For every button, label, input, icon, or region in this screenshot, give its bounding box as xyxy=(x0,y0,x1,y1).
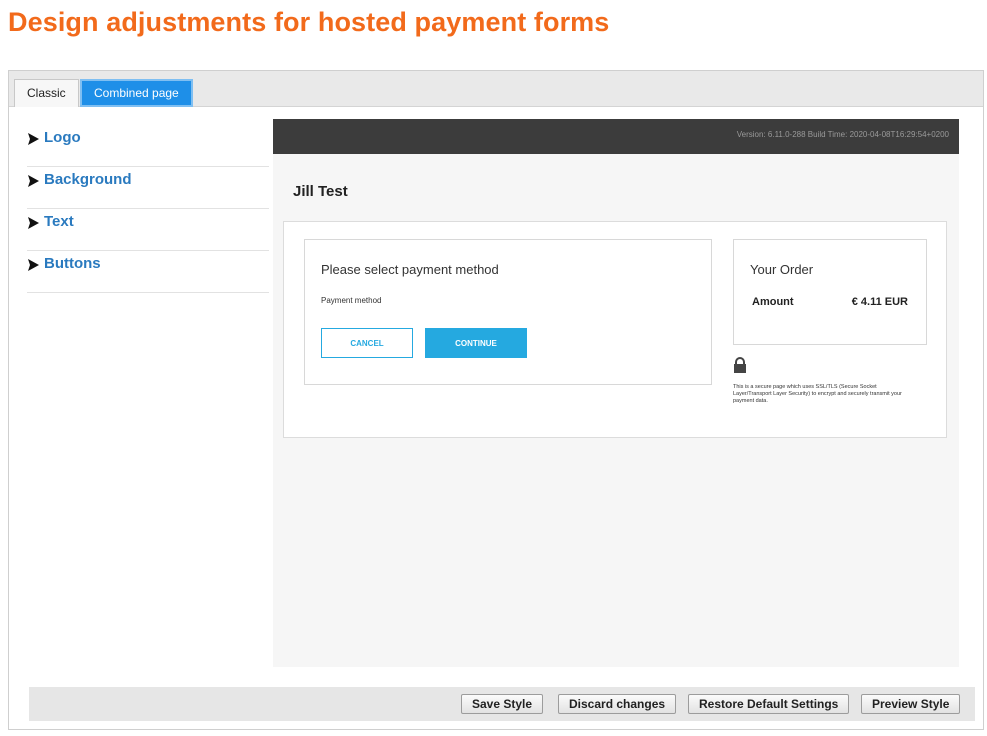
action-bar: Save Style Discard changes Restore Defau… xyxy=(29,687,975,721)
sidebar-item-label: Text xyxy=(44,213,74,230)
cancel-button[interactable]: CANCEL xyxy=(321,328,413,358)
payment-method-label: Payment method xyxy=(321,296,382,305)
lock-icon xyxy=(733,357,747,378)
arrow-right-icon xyxy=(27,217,41,231)
arrow-right-icon xyxy=(27,259,41,273)
continue-button[interactable]: CONTINUE xyxy=(425,328,527,358)
save-style-button[interactable]: Save Style xyxy=(461,694,544,714)
sidebar-item-logo[interactable]: Logo xyxy=(27,125,269,167)
style-editor-panel: Classic Combined page Logo Background Te… xyxy=(8,70,984,730)
amount-value: € 4.11 EUR xyxy=(851,296,908,308)
settings-sidebar: Logo Background Text Buttons xyxy=(27,125,269,293)
sidebar-item-buttons[interactable]: Buttons xyxy=(27,251,269,293)
arrow-right-icon xyxy=(27,175,41,189)
page-title: Design adjustments for hosted payment fo… xyxy=(8,7,610,37)
sidebar-item-label: Logo xyxy=(44,129,81,146)
checkout-panel: Please select payment method Payment met… xyxy=(283,221,947,438)
preview-style-button[interactable]: Preview Style xyxy=(861,694,961,714)
sidebar-item-text[interactable]: Text xyxy=(27,209,269,251)
discard-changes-button[interactable]: Discard changes xyxy=(558,694,677,714)
arrow-right-icon xyxy=(27,133,41,147)
payment-method-title: Please select payment method xyxy=(321,262,499,277)
sidebar-item-label: Background xyxy=(44,171,132,188)
order-summary-box: Your Order Amount € 4.11 EUR xyxy=(733,239,927,345)
tab-bar: Classic Combined page xyxy=(9,71,983,107)
version-info: Version: 6.11.0-288 Build Time: 2020-04-… xyxy=(736,130,949,139)
payment-form-preview: Version: 6.11.0-288 Build Time: 2020-04-… xyxy=(273,119,959,667)
amount-label: Amount xyxy=(752,296,794,308)
tab-combined-page[interactable]: Combined page xyxy=(80,79,193,107)
preview-header: Version: 6.11.0-288 Build Time: 2020-04-… xyxy=(273,119,959,154)
order-title: Your Order xyxy=(750,262,814,277)
payment-method-box: Please select payment method Payment met… xyxy=(304,239,712,385)
merchant-name: Jill Test xyxy=(293,183,348,200)
restore-default-settings-button[interactable]: Restore Default Settings xyxy=(688,694,850,714)
tab-classic[interactable]: Classic xyxy=(14,79,79,107)
sidebar-item-background[interactable]: Background xyxy=(27,167,269,209)
secure-page-notice: This is a secure page which uses SSL/TLS… xyxy=(733,384,902,404)
sidebar-item-label: Buttons xyxy=(44,255,101,272)
